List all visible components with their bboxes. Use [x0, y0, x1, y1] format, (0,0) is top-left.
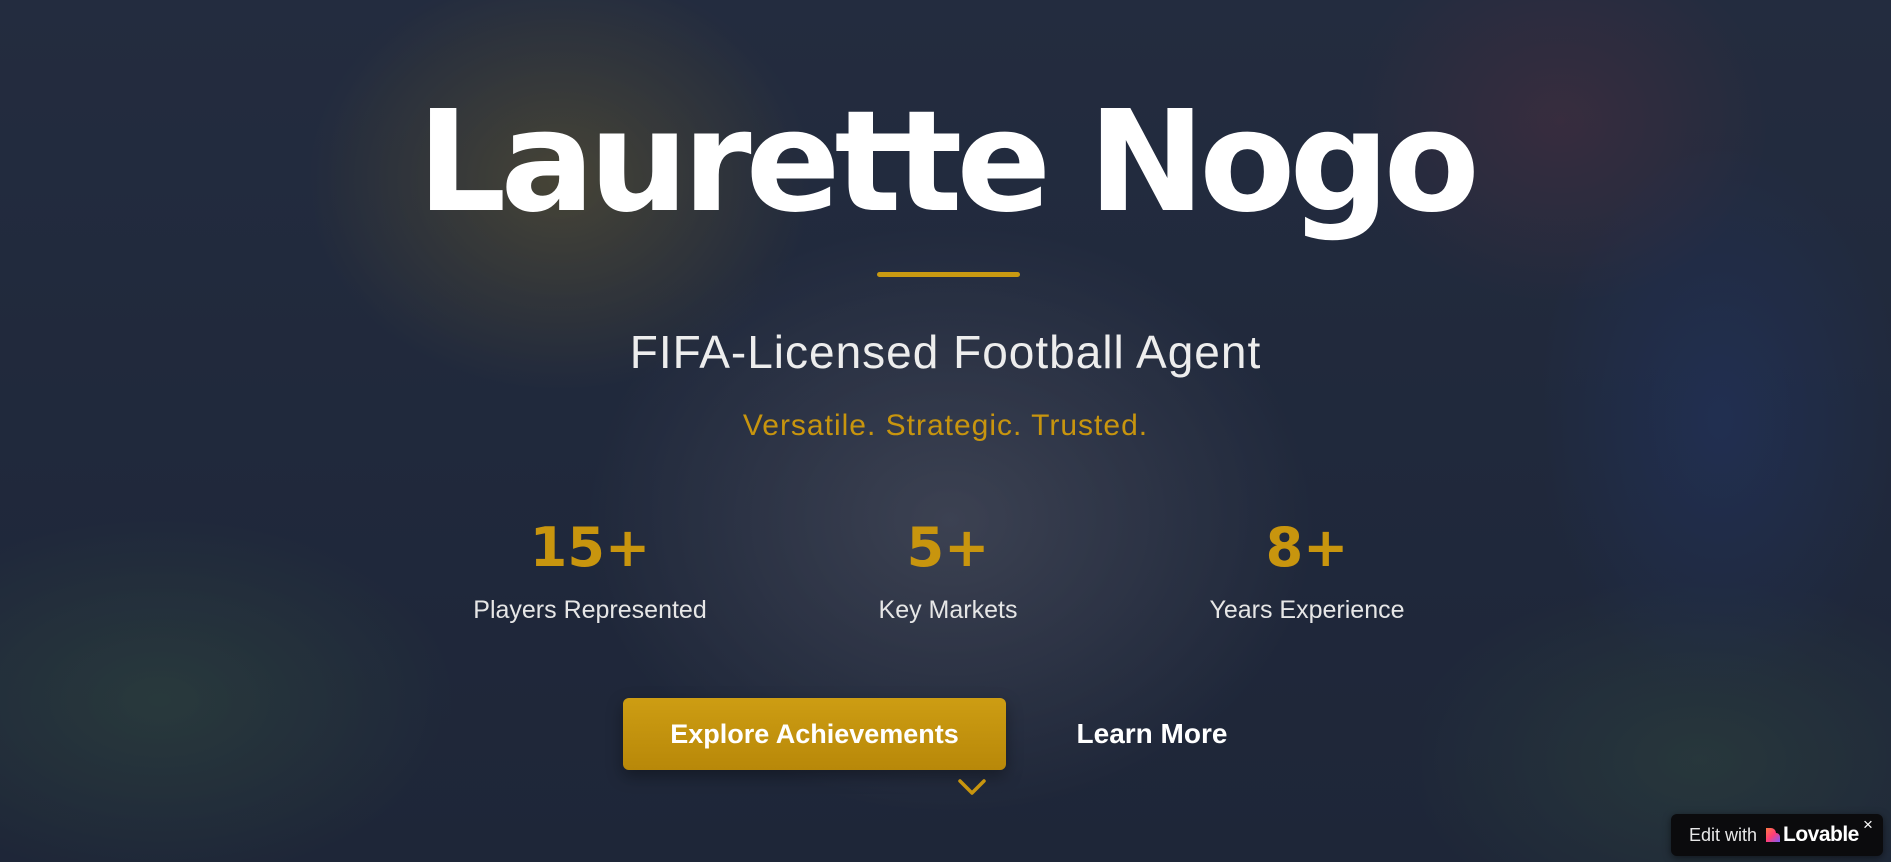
- stat-players: 15+ Players Represented: [430, 516, 750, 626]
- badge-prefix-text: Edit with: [1689, 825, 1758, 845]
- stat-value: 15+: [529, 516, 651, 579]
- stat-experience: 8+ Years Experience: [1147, 516, 1467, 626]
- hero-section: Laurette Nogo FIFA-Licensed Football Age…: [0, 0, 1891, 862]
- stat-value: 8+: [1265, 516, 1349, 579]
- close-icon[interactable]: ×: [1863, 816, 1873, 834]
- edit-with-lovable-badge[interactable]: Edit with Lovable ×: [1671, 814, 1883, 856]
- stat-value: 5+: [906, 516, 990, 579]
- stat-label: Years Experience: [1209, 596, 1405, 624]
- hero-subtitle: FIFA-Licensed Football Agent: [629, 326, 1262, 378]
- title-divider: [877, 272, 1020, 277]
- hero-title: Laurette Nogo: [417, 81, 1480, 244]
- chevron-down-icon[interactable]: [957, 776, 987, 798]
- hero-tagline: Versatile. Strategic. Trusted.: [742, 409, 1149, 442]
- lovable-heart-icon: [1766, 828, 1780, 842]
- stat-label: Key Markets: [878, 596, 1018, 624]
- stat-markets: 5+ Key Markets: [788, 516, 1108, 626]
- stat-label: Players Represented: [473, 596, 707, 624]
- badge-brand-text: Lovable: [1783, 823, 1859, 846]
- explore-achievements-button[interactable]: Explore Achievements: [623, 698, 1006, 770]
- learn-more-button[interactable]: Learn More: [1052, 698, 1252, 770]
